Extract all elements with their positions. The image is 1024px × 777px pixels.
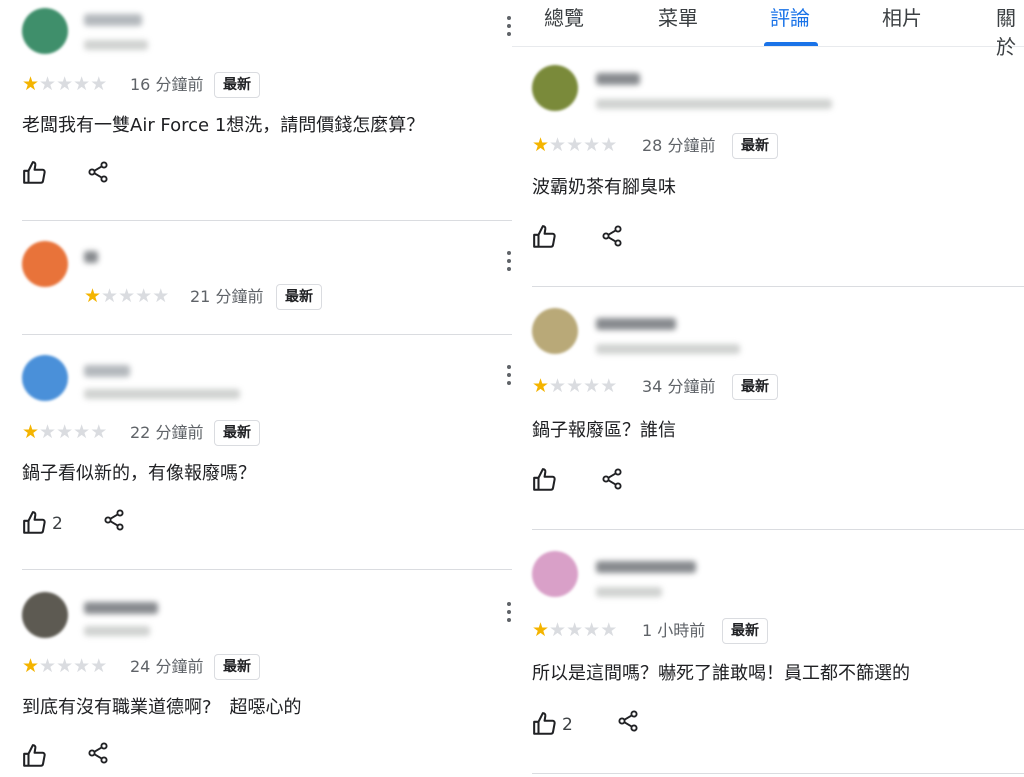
share-icon[interactable] [86, 160, 110, 184]
review-text: 老闆我有一雙Air Force 1想洗，請問價錢怎麼算？ [22, 115, 425, 136]
reviewer-avatar[interactable] [532, 551, 578, 597]
tab-reviews[interactable]: 評論 [770, 2, 810, 31]
newest-badge: 最新 [722, 618, 768, 644]
tab-photos[interactable]: 相片 [882, 2, 922, 31]
review-item: ★★★★★ 28 分鐘前 最新 波霸奶茶有腳臭味 [512, 47, 1024, 287]
reviewer-avatar[interactable] [22, 8, 68, 54]
newest-badge: 最新 [276, 284, 322, 310]
review-item: ★★★★★ 22 分鐘前 最新 鍋子看似新的，有像報廢嗎？ 2 [0, 335, 512, 570]
reviewer-avatar[interactable] [22, 355, 68, 401]
star-rating: ★★★★★ [22, 73, 108, 95]
reviewer-name[interactable] [596, 318, 676, 330]
review-time: 28 分鐘前 [642, 136, 716, 155]
star-rating: ★★★★★ [532, 375, 618, 397]
reviewer-avatar[interactable] [22, 592, 68, 638]
thumbs-up-icon[interactable] [22, 160, 48, 186]
reviewer-name[interactable] [84, 251, 98, 263]
review-separator [532, 529, 1024, 530]
tab-bar: 總覽 菜單 評論 相片 關於 [512, 0, 1024, 59]
active-tab-indicator [764, 42, 818, 46]
share-icon[interactable] [600, 467, 624, 491]
review-text: 波霸奶茶有腳臭味 [532, 177, 676, 198]
thumbs-up-icon[interactable] [532, 224, 558, 250]
review-separator [532, 286, 1024, 287]
star-rating: ★★★★★ [22, 421, 108, 443]
newest-badge: 最新 [732, 374, 778, 400]
review-text: 鍋子看似新的，有像報廢嗎？ [22, 463, 256, 484]
reviewer-meta [596, 344, 740, 354]
newest-badge: 最新 [214, 654, 260, 680]
left-review-panel: ★★★★★ 16 分鐘前 最新 老闆我有一雙Air Force 1想洗，請問價錢… [0, 0, 512, 777]
tab-menu[interactable]: 菜單 [658, 2, 698, 31]
review-item: ★★★★★ 24 分鐘前 最新 到底有沒有職業道德啊? 超噁心的 [0, 570, 512, 777]
reviewer-name[interactable] [84, 14, 142, 26]
review-text: 所以是這間嗎？嚇死了誰敢喝！員工都不篩選的 [532, 663, 910, 684]
review-time: 21 分鐘前 [190, 287, 264, 306]
reviewer-name[interactable] [596, 73, 640, 85]
review-item: ★★★★★ 34 分鐘前 最新 鍋子報廢區？誰信 [512, 288, 1024, 530]
star-rating: ★★★★★ [532, 134, 618, 156]
review-item: ★★★★★ 16 分鐘前 最新 老闆我有一雙Air Force 1想洗，請問價錢… [0, 0, 512, 221]
newest-badge: 最新 [214, 420, 260, 446]
reviewer-name[interactable] [596, 561, 696, 573]
reviewer-avatar[interactable] [532, 308, 578, 354]
reviewer-avatar[interactable] [532, 65, 578, 111]
review-time: 22 分鐘前 [130, 423, 204, 442]
share-icon[interactable] [600, 224, 624, 248]
share-icon[interactable] [102, 508, 126, 532]
share-icon[interactable] [86, 741, 110, 765]
review-separator [532, 773, 1024, 774]
review-text: 鍋子報廢區？誰信 [532, 420, 676, 441]
newest-badge: 最新 [214, 72, 260, 98]
thumbs-up-icon[interactable] [22, 510, 48, 536]
share-icon[interactable] [616, 709, 640, 733]
newest-badge: 最新 [732, 133, 778, 159]
review-text: 到底有沒有職業道德啊? 超噁心的 [22, 697, 302, 718]
review-item: ★★★★★ 21 分鐘前 最新 [0, 221, 512, 335]
thumbs-up-icon[interactable] [532, 711, 558, 737]
review-time: 34 分鐘前 [642, 377, 716, 396]
review-time: 1 小時前 [642, 621, 706, 640]
like-count: 2 [52, 514, 63, 534]
review-time: 16 分鐘前 [130, 75, 204, 94]
star-rating: ★★★★★ [532, 619, 618, 641]
tab-overview[interactable]: 總覽 [544, 2, 584, 31]
reviewer-meta [596, 587, 662, 597]
reviewer-meta [84, 40, 148, 50]
thumbs-up-icon[interactable] [22, 743, 48, 769]
reviewer-meta [596, 99, 832, 109]
like-count: 2 [562, 715, 573, 735]
right-review-panel: 總覽 菜單 評論 相片 關於 ★★★★★ 28 分鐘前 最新 波霸奶茶有腳臭味 … [512, 0, 1024, 777]
reviewer-name[interactable] [84, 365, 130, 377]
star-rating: ★★★★★ [84, 285, 170, 307]
review-time: 24 分鐘前 [130, 657, 204, 676]
reviewer-meta [84, 626, 150, 636]
star-rating: ★★★★★ [22, 655, 108, 677]
reviewer-meta [84, 389, 240, 399]
reviewer-avatar[interactable] [22, 241, 68, 287]
review-item: ★★★★★ 1 小時前 最新 所以是這間嗎？嚇死了誰敢喝！員工都不篩選的 2 [512, 531, 1024, 777]
thumbs-up-icon[interactable] [532, 467, 558, 493]
reviewer-name[interactable] [84, 602, 158, 614]
